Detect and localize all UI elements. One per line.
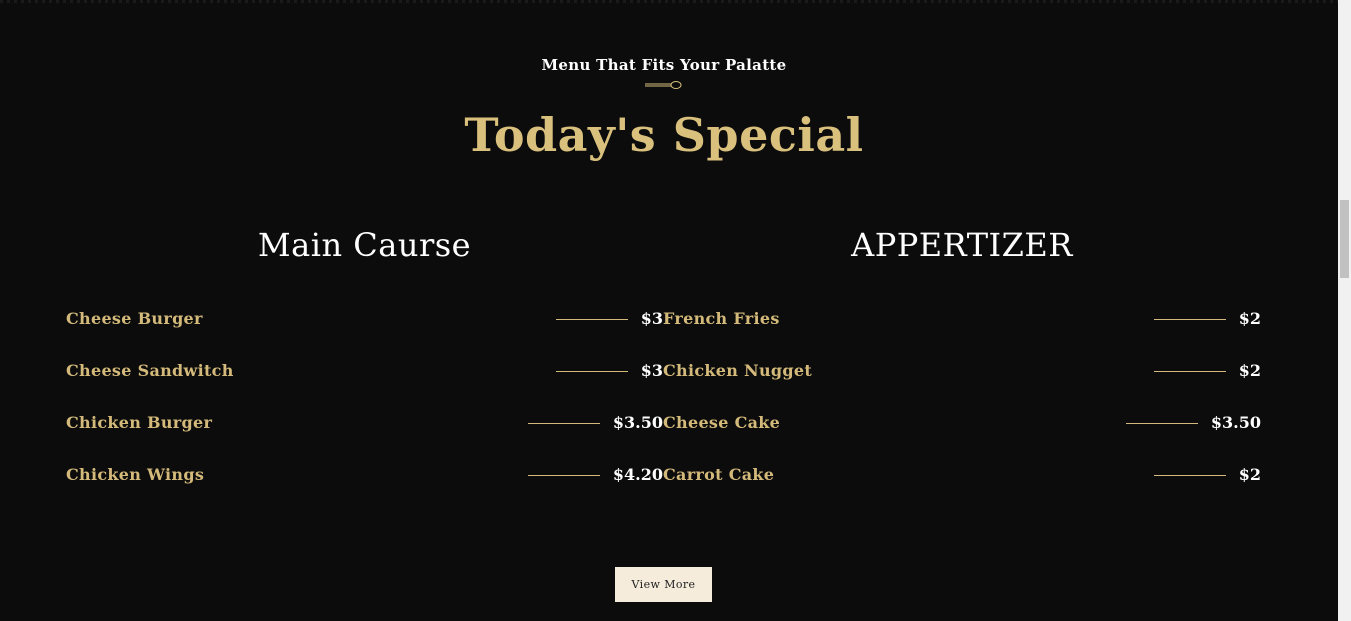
menu-item-price-group: $4.20	[527, 461, 663, 489]
menu-item: Cheese Sandwitch $3	[66, 357, 663, 409]
menu-item-price: $3	[640, 309, 663, 328]
menu-item-price: $3.50	[612, 413, 663, 432]
menu-item-price-group: $3	[555, 305, 663, 333]
price-divider-line	[1153, 318, 1226, 320]
page-scrollbar[interactable]	[1338, 0, 1351, 621]
price-divider-line	[527, 474, 600, 476]
menu-section: Menu That Fits Your Palatte Today's Spec…	[0, 0, 1338, 621]
appetizer-list: French Fries $2 Chicken Nugget $2 Cheese…	[663, 305, 1261, 513]
main-course-list: Cheese Burger $3 Cheese Sandwitch $3 Chi…	[66, 305, 663, 513]
menu-item: Carrot Cake $2	[663, 461, 1261, 513]
menu-item-price-group: $2	[1153, 305, 1261, 333]
menu-item-name: Cheese Sandwitch	[66, 361, 234, 380]
menu-item-name: Carrot Cake	[663, 465, 775, 484]
view-more-button[interactable]: View More	[615, 567, 712, 602]
page-title: Today's Special	[464, 108, 864, 162]
menu-item-price-group: $2	[1153, 461, 1261, 489]
menu-item-price: $4.20	[612, 465, 663, 484]
menu-item-name: Chicken Burger	[66, 413, 213, 432]
menu-item-price-group: $3.50	[1125, 409, 1261, 437]
spoon-icon	[645, 81, 682, 89]
appetizer-title: APPERTIZER	[851, 226, 1073, 264]
menu-item-price-group: $2	[1153, 357, 1261, 385]
price-divider-line	[555, 370, 628, 372]
menu-item-name: French Fries	[663, 309, 780, 328]
menu-item-price-group: $3.50	[527, 409, 663, 437]
menu-item: Chicken Burger $3.50	[66, 409, 663, 461]
menu-item: Chicken Nugget $2	[663, 357, 1261, 409]
menu-item-name: Cheese Burger	[66, 309, 203, 328]
top-border-decoration	[0, 0, 1338, 3]
menu-item-name: Chicken Wings	[66, 465, 205, 484]
price-divider-line	[1153, 474, 1226, 476]
scrollbar-thumb[interactable]	[1340, 200, 1349, 278]
menu-item: Cheese Burger $3	[66, 305, 663, 357]
menu-item-name: Chicken Nugget	[663, 361, 813, 380]
price-divider-line	[1125, 422, 1198, 424]
price-divider-line	[527, 422, 600, 424]
menu-item-price: $3	[640, 361, 663, 380]
main-course-title: Main Caurse	[257, 226, 472, 264]
menu-item-price: $2	[1238, 465, 1261, 484]
menu-item-price-group: $3	[555, 357, 663, 385]
section-eyebrow: Menu That Fits Your Palatte	[541, 56, 787, 74]
menu-item: French Fries $2	[663, 305, 1261, 357]
menu-item: Cheese Cake $3.50	[663, 409, 1261, 461]
menu-item-price: $2	[1238, 309, 1261, 328]
price-divider-line	[1153, 370, 1226, 372]
price-divider-line	[555, 318, 628, 320]
menu-item-price: $2	[1238, 361, 1261, 380]
menu-item: Chicken Wings $4.20	[66, 461, 663, 513]
menu-item-name: Cheese Cake	[663, 413, 781, 432]
menu-item-price: $3.50	[1210, 413, 1261, 432]
